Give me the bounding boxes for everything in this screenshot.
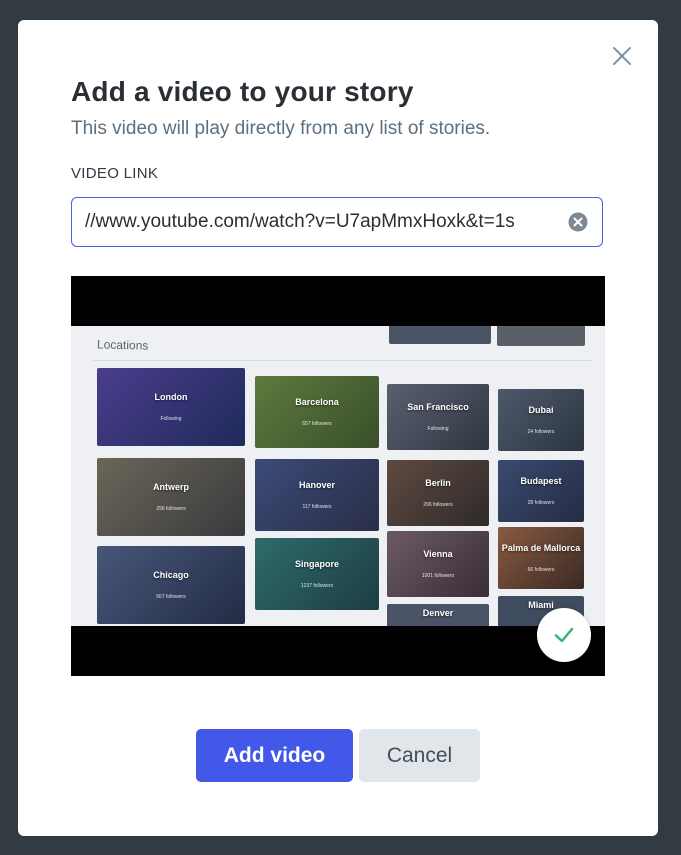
location-meta: Following — [427, 426, 449, 432]
add-video-button[interactable]: Add video — [196, 729, 353, 782]
location-name: Barcelona — [295, 397, 339, 407]
location-tile: Hanover 117 followers — [255, 459, 379, 531]
video-link-label: VIDEO LINK — [71, 165, 159, 182]
location-tile: Denver — [387, 604, 489, 626]
locations-heading: Locations — [96, 337, 149, 353]
location-tile: Singapore 1237 followers — [255, 538, 379, 610]
location-name: Budapest — [520, 476, 562, 486]
location-name: Vienna — [423, 549, 453, 559]
video-preview[interactable]: Locations London Following Barcelona 657… — [71, 276, 605, 676]
location-tile: San Francisco Following — [387, 384, 489, 450]
location-name: San Francisco — [407, 402, 469, 412]
dialog-title: Add a video to your story — [71, 76, 414, 107]
location-name: Denver — [422, 608, 454, 618]
location-meta: 117 followers — [302, 504, 332, 510]
location-name: Dubai — [528, 405, 554, 415]
location-name: London — [154, 392, 188, 402]
location-tile: Berlin 296 followers — [387, 460, 489, 526]
location-tile: Vienna 1001 followers — [387, 531, 489, 597]
location-meta: 567 followers — [156, 594, 186, 600]
location-meta: 1237 followers — [300, 583, 334, 589]
thumbnail-tile-partial — [497, 326, 585, 346]
location-meta: 1001 followers — [421, 573, 455, 579]
location-meta: 24 followers — [527, 429, 555, 435]
location-name: Berlin — [425, 478, 451, 488]
location-tile: Budapest 28 followers — [498, 460, 584, 522]
locations-divider — [93, 360, 593, 361]
add-video-dialog: Add a video to your story This video wil… — [18, 20, 658, 836]
location-tile: Antwerp 296 followers — [97, 458, 245, 536]
close-icon — [613, 47, 631, 65]
video-valid-indicator — [537, 608, 591, 662]
location-tile: Chicago 567 followers — [97, 546, 245, 624]
location-tile: Barcelona 657 followers — [255, 376, 379, 448]
video-link-field — [71, 197, 603, 247]
cancel-button[interactable]: Cancel — [359, 729, 480, 782]
location-meta: 296 followers — [423, 502, 453, 508]
location-meta: 28 followers — [527, 500, 555, 506]
location-meta: Following — [160, 416, 182, 422]
location-meta: 657 followers — [302, 421, 332, 427]
thumbnail-tile-partial — [389, 326, 491, 344]
location-name: Chicago — [153, 570, 189, 580]
location-name: Antwerp — [153, 482, 189, 492]
location-name: Hanover — [298, 480, 335, 490]
location-name: Palma de Mallorca — [501, 543, 581, 553]
location-name: Singapore — [294, 559, 339, 569]
location-tile: London Following — [97, 368, 245, 446]
clear-circle-icon — [568, 212, 588, 232]
dialog-subtitle: This video will play directly from any l… — [71, 118, 491, 139]
checkmark-icon — [554, 627, 574, 643]
location-name: Miami — [528, 600, 554, 610]
location-tile: Palma de Mallorca 66 followers — [498, 527, 584, 589]
clear-input-button[interactable] — [568, 212, 588, 232]
location-meta: 296 followers — [156, 506, 186, 512]
location-meta: 66 followers — [527, 567, 555, 573]
video-link-input[interactable] — [72, 211, 565, 233]
close-button[interactable] — [608, 42, 636, 70]
video-thumbnail: Locations London Following Barcelona 657… — [71, 326, 605, 626]
location-tile: Dubai 24 followers — [498, 389, 584, 451]
